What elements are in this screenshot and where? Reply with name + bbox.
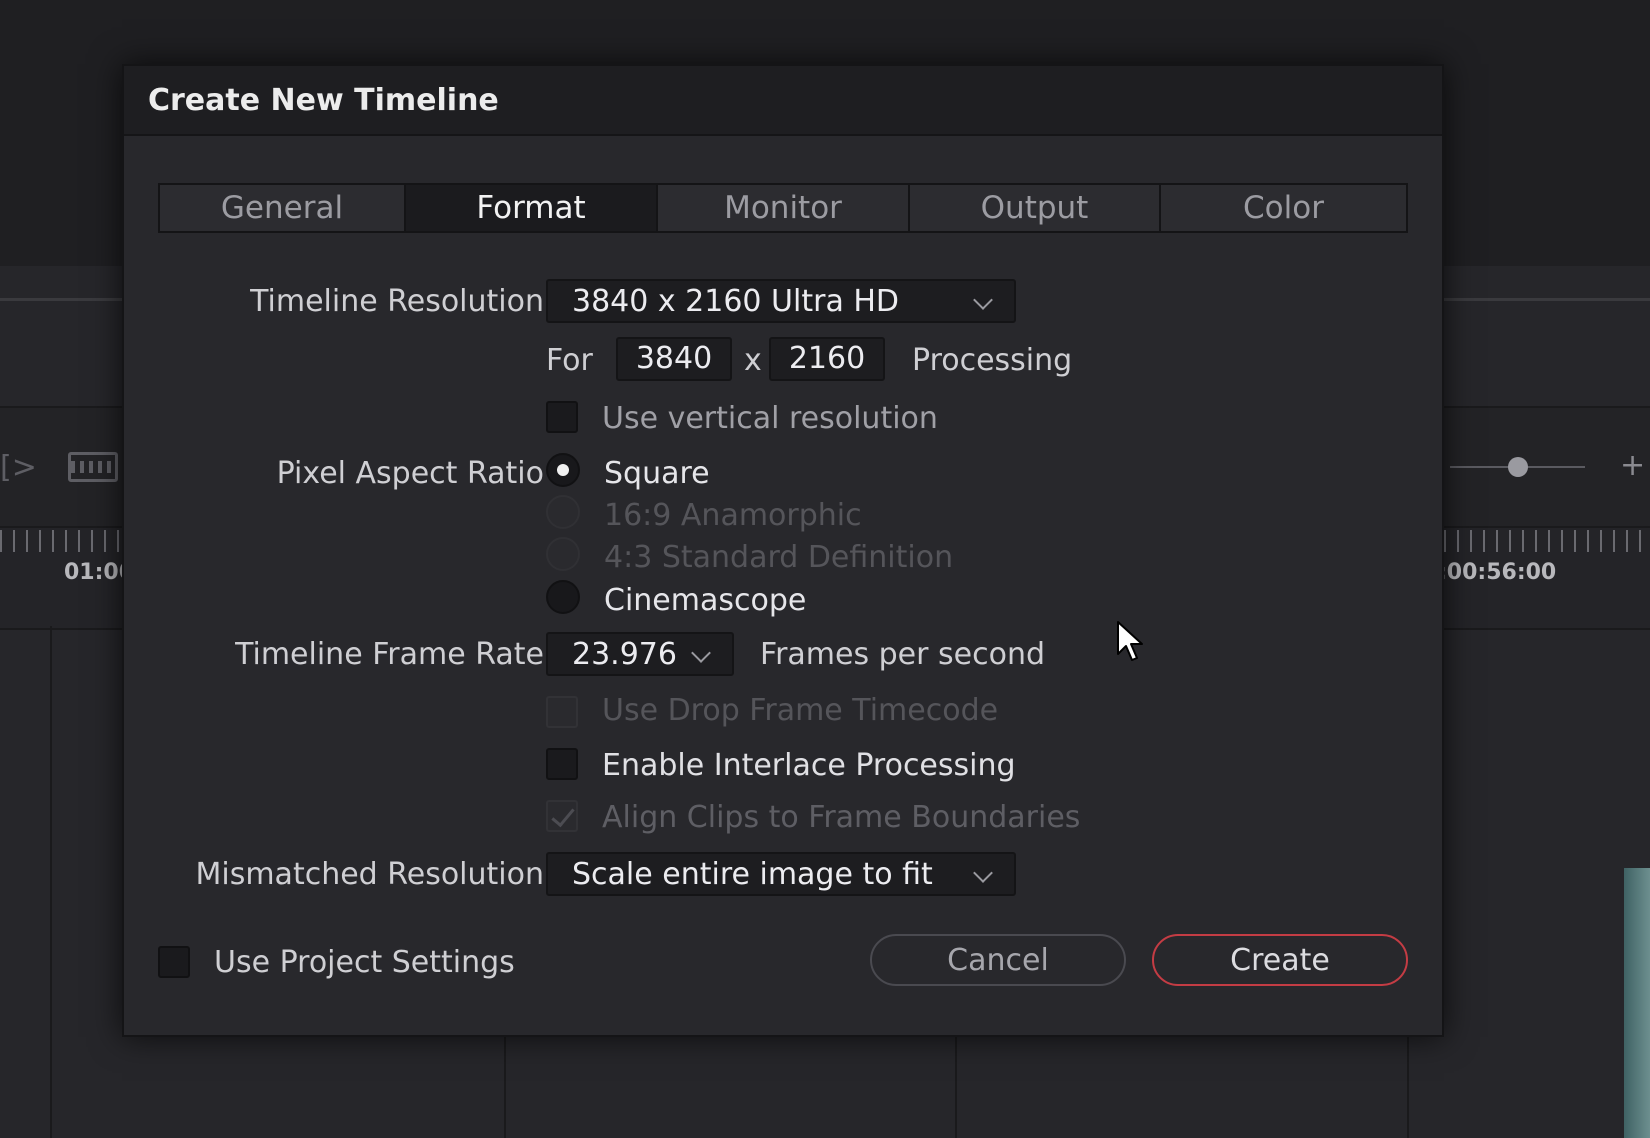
use-vertical-resolution-checkbox[interactable] [546, 401, 578, 433]
resolution-width-input[interactable]: 3840 [616, 337, 732, 381]
checkmark-icon [551, 802, 575, 828]
tab-bar: General Format Monitor Output Color [158, 183, 1408, 233]
timeline-resolution-dropdown[interactable]: 3840 x 2160 Ultra HD [546, 279, 1016, 323]
mismatched-resolution-dropdown[interactable]: Scale entire image to fit [546, 852, 1016, 896]
pixel-aspect-ratio-label: Pixel Aspect Ratio [276, 456, 544, 491]
filmstrip-icon[interactable] [68, 452, 118, 482]
timeline-resolution-value: 3840 x 2160 Ultra HD [572, 283, 900, 319]
tab-output[interactable]: Output [910, 185, 1161, 231]
radio-selected-dot [557, 464, 569, 476]
radio-cinemascope[interactable] [546, 580, 580, 614]
for-label: For [546, 343, 593, 378]
create-new-timeline-dialog: Create New Timeline General Format Monit… [122, 64, 1444, 1037]
mismatched-resolution-label: Mismatched Resolution [195, 857, 544, 892]
chevron-down-icon [973, 863, 993, 883]
tab-format[interactable]: Format [406, 185, 658, 231]
cancel-button[interactable]: Cancel [870, 934, 1126, 986]
timeline-frame-rate-label: Timeline Frame Rate [235, 637, 544, 672]
frame-rate-value: 23.976 [572, 636, 677, 672]
chevron-down-icon [691, 643, 711, 663]
times-label: x [744, 343, 762, 378]
track-divider [50, 626, 52, 1138]
align-clips-label: Align Clips to Frame Boundaries [602, 800, 1081, 835]
mouse-cursor-icon [1117, 621, 1143, 661]
radio-square[interactable] [546, 453, 580, 487]
radio-square-label: Square [604, 456, 710, 491]
use-project-settings-checkbox[interactable] [158, 946, 190, 978]
tab-color[interactable]: Color [1161, 185, 1406, 231]
drop-frame-timecode-label: Use Drop Frame Timecode [602, 693, 999, 728]
radio-16-9-anamorphic-label: 16:9 Anamorphic [604, 498, 862, 533]
ruler-ticks [0, 530, 122, 552]
ruler-ticks [1444, 530, 1650, 552]
align-clips-checkbox [546, 800, 578, 832]
create-button[interactable]: Create [1152, 934, 1408, 986]
timecode-right: :00:56:00 [1438, 560, 1557, 585]
chevron-down-icon [973, 290, 993, 310]
tab-general[interactable]: General [160, 185, 406, 231]
mismatched-resolution-value: Scale entire image to fit [572, 856, 933, 892]
zoom-slider-handle[interactable] [1508, 457, 1528, 477]
use-project-settings-label: Use Project Settings [214, 945, 515, 980]
radio-4-3-standard-definition [546, 537, 580, 571]
interlace-processing-checkbox[interactable] [546, 748, 578, 780]
dialog-title: Create New Timeline [148, 83, 499, 118]
interlace-processing-label: Enable Interlace Processing [602, 748, 1016, 783]
trim-icon[interactable]: [> [0, 450, 37, 485]
processing-label: Processing [912, 343, 1073, 378]
radio-cinemascope-label: Cinemascope [604, 583, 807, 618]
radio-16-9-anamorphic [546, 495, 580, 529]
resolution-height-input[interactable]: 2160 [769, 337, 885, 381]
dialog-title-bar: Create New Timeline [124, 66, 1442, 136]
clip-thumbnail[interactable] [1624, 868, 1650, 1138]
zoom-in-icon[interactable]: + [1620, 448, 1645, 483]
timeline-resolution-label: Timeline Resolution [250, 284, 544, 319]
frames-per-second-label: Frames per second [760, 637, 1045, 672]
use-vertical-resolution-label: Use vertical resolution [602, 401, 938, 436]
drop-frame-timecode-checkbox [546, 696, 578, 728]
tab-monitor[interactable]: Monitor [658, 185, 910, 231]
frame-rate-dropdown[interactable]: 23.976 [546, 632, 734, 676]
radio-4-3-standard-definition-label: 4:3 Standard Definition [604, 540, 954, 575]
